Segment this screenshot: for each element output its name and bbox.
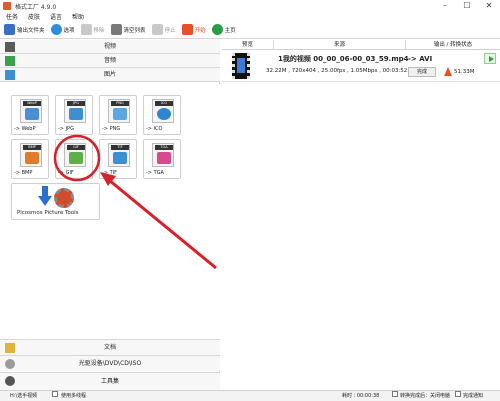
output-folder-label: 输出文件夹 [17, 27, 45, 34]
category-panel: 视频 音频 图片 WebP -> WebP JPG -> JPG PNG -> … [0, 40, 220, 390]
options-button[interactable]: 选项 [50, 22, 75, 38]
start-icon [181, 24, 193, 35]
header-output-status[interactable]: 输出 / 转换状态 [406, 40, 500, 49]
download-arrow-icon [38, 186, 52, 206]
category-picture[interactable]: 图片 [0, 68, 220, 82]
multithread-label: 使用多线程 [61, 393, 87, 399]
category-document[interactable]: 文档 [0, 339, 220, 355]
menu-bar: 任务 皮肤 语言 帮助 [0, 12, 500, 21]
header-source[interactable]: 来源 [274, 40, 406, 49]
elapsed-time: 耗时 : 00:00:38 [342, 393, 380, 399]
menu-help[interactable]: 帮助 [72, 12, 84, 21]
category-disc-label: 光驱设备\DVD\CD\ISO [78, 360, 142, 367]
format-tile-tga[interactable]: TGA -> TGA [143, 139, 181, 179]
format-label-tif: -> TIF [102, 170, 117, 176]
minimize-button[interactable]: – [434, 0, 456, 12]
home-label: 主页 [224, 27, 236, 34]
status-bar: H:\选手视频 使用多线程 耗时 : 00:00:38 转换完成后：关闭电脑 完… [0, 390, 500, 401]
task-output-size: 51.33M [454, 69, 475, 75]
tif-file-icon: TIF [108, 143, 130, 167]
stop-label: 停止 [164, 27, 176, 34]
remove-button[interactable]: 移除 [80, 22, 105, 38]
clear-list-button[interactable]: 清空列表 [110, 22, 146, 38]
category-tools[interactable]: 工具集 [0, 372, 220, 390]
menu-language[interactable]: 语言 [50, 12, 62, 21]
multithread-checkbox[interactable] [52, 391, 58, 397]
toolbar: 输出文件夹 选项 移除 清空列表 停止 开始 主页 [0, 21, 500, 39]
stop-button[interactable]: 停止 [151, 22, 176, 38]
category-audio[interactable]: 音频 [0, 54, 220, 68]
task-table-header: 预览 来源 输出 / 转换状态 [222, 40, 500, 50]
after-convert-label: 转换完成后：关闭电脑 [400, 393, 451, 399]
format-tile-bmp[interactable]: BMP -> BMP [11, 139, 49, 179]
task-list-panel: 预览 来源 输出 / 转换状态 1我的视频 00_00_06-00_03_59.… [222, 40, 500, 390]
png-file-icon: PNG [108, 99, 130, 123]
category-tools-label: 工具集 [100, 378, 119, 385]
webp-file-icon: WebP [20, 99, 42, 123]
gif-file-icon: GIF [64, 143, 86, 167]
size-up-arrow-icon [444, 67, 452, 76]
play-icon[interactable] [484, 53, 496, 64]
category-video[interactable]: 视频 [0, 40, 220, 54]
format-label-ico: -> ICO [146, 126, 163, 132]
picture-format-grid: WebP -> WebP JPG -> JPG PNG -> PNG ICO -… [0, 84, 220, 342]
folder-icon [4, 24, 15, 35]
after-convert-checkbox[interactable] [392, 391, 398, 397]
notify-label: 完成通知 [463, 393, 484, 399]
menu-task[interactable]: 任务 [6, 12, 18, 21]
home-icon [211, 24, 223, 35]
format-label-png: -> PNG [102, 126, 121, 132]
notify-checkbox[interactable] [455, 391, 461, 397]
format-label-gif: -> GIF [58, 170, 74, 176]
options-icon [50, 24, 62, 35]
format-label-webp: -> WebP [14, 126, 36, 132]
title-bar: 格式工厂 4.9.0 – ☐ ✕ [0, 0, 500, 12]
format-label-jpg: -> JPG [58, 126, 74, 132]
window-title: 格式工厂 4.9.0 [15, 3, 57, 11]
output-path[interactable]: H:\选手视频 [10, 391, 37, 401]
clear-list-label: 清空列表 [123, 27, 146, 34]
format-tile-tif[interactable]: TIF -> TIF [99, 139, 137, 179]
menu-skin[interactable]: 皮肤 [28, 12, 40, 21]
category-video-label: 视频 [103, 43, 116, 50]
jpg-file-icon: JPG [64, 99, 86, 123]
remove-icon [80, 24, 92, 35]
bmp-file-icon: BMP [20, 143, 42, 167]
format-tile-ico[interactable]: ICO -> ICO [143, 95, 181, 135]
format-label-bmp: -> BMP [14, 170, 33, 176]
task-row[interactable]: 1我的视频 00_00_06-00_03_59.mp4 32.22M , 720… [222, 50, 500, 82]
category-picture-label: 图片 [103, 71, 116, 78]
start-label: 开始 [194, 27, 206, 34]
task-status-button[interactable]: 完成 [408, 67, 436, 77]
task-file-info: 32.22M , 720x404 , 25.00fps , 1.05Mbps ,… [266, 68, 417, 74]
tga-file-icon: TGA [152, 143, 174, 167]
category-disc[interactable]: 光驱设备\DVD\CD\ISO [0, 355, 220, 371]
format-tile-gif[interactable]: GIF -> GIF [55, 139, 93, 179]
category-document-label: 文档 [103, 344, 116, 351]
start-button[interactable]: 开始 [181, 22, 206, 38]
task-filename: 1我的视频 00_00_06-00_03_59.mp4 [278, 55, 409, 63]
format-label-tga: -> TGA [146, 170, 164, 176]
category-audio-label: 音频 [103, 57, 116, 64]
format-tile-webp[interactable]: WebP -> WebP [11, 95, 49, 135]
clear-list-icon [110, 24, 122, 35]
output-folder-button[interactable]: 输出文件夹 [4, 22, 45, 38]
close-button[interactable]: ✕ [478, 0, 500, 12]
remove-label: 移除 [93, 27, 105, 34]
ico-file-icon: ICO [152, 99, 174, 123]
stop-icon [151, 24, 163, 35]
format-tile-jpg[interactable]: JPG -> JPG [55, 95, 93, 135]
options-label: 选项 [63, 27, 75, 34]
app-logo-icon [3, 2, 11, 10]
maximize-button[interactable]: ☐ [456, 0, 478, 12]
gear-icon [54, 188, 74, 208]
header-preview[interactable]: 预览 [222, 40, 274, 49]
picosmos-tools-tile[interactable]: Picosmos Picture Tools [11, 183, 100, 220]
task-target-format: -> AVI [408, 55, 433, 63]
home-button[interactable]: 主页 [211, 22, 236, 38]
format-tile-png[interactable]: PNG -> PNG [99, 95, 137, 135]
picosmos-tools-label: Picosmos Picture Tools [17, 210, 79, 216]
video-file-icon [232, 53, 250, 79]
